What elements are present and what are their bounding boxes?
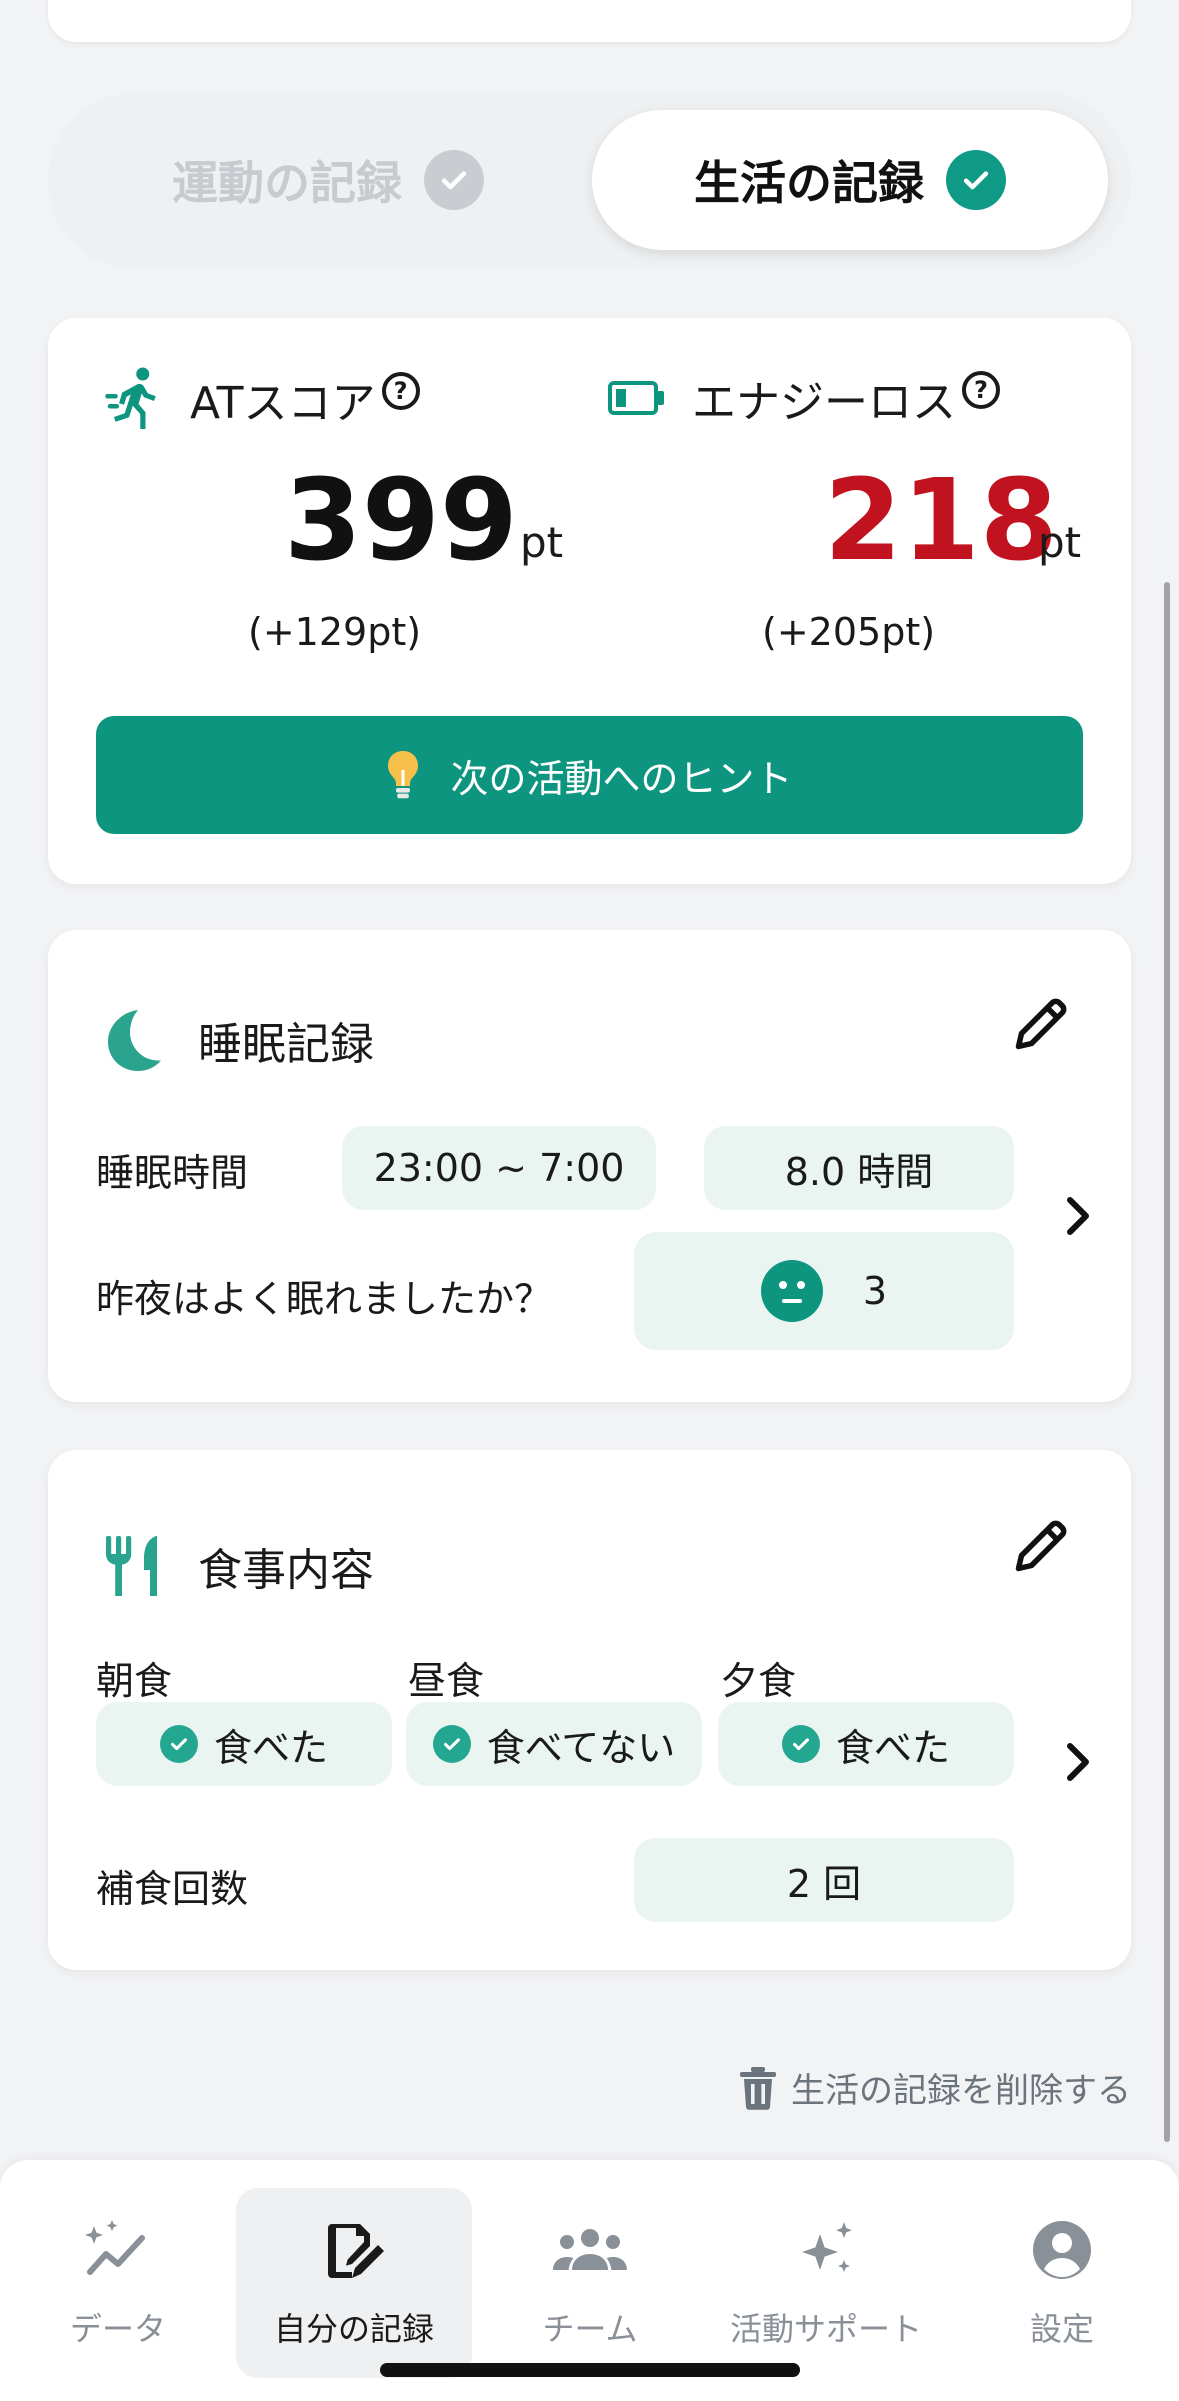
energy-loss-label: エナジーロス — [692, 377, 956, 428]
screen: 運動の記録 生活の記録 ATスコア ? エナジーロス ? 399 pt (+12… — [0, 0, 1179, 2401]
energy-loss-header: エナジーロス ? — [608, 366, 1000, 430]
sleep-record-card: 睡眠記録 睡眠時間 23:00 ~ 7:00 8.0 時間 昨夜はよく眠れました… — [48, 930, 1131, 1402]
at-score-delta: (+129pt) — [248, 610, 422, 654]
snack-count-value: 2 回 — [786, 1861, 862, 1906]
dinner-status[interactable]: 食べた — [718, 1702, 1014, 1786]
breakfast-label: 朝食 — [96, 1659, 173, 1703]
meal-title: 食事内容 — [198, 1545, 374, 1596]
hint-button-label: 次の活動へのヒント — [450, 756, 793, 801]
nav-data-label: データ — [69, 2310, 166, 2348]
nav-settings-label: 設定 — [1029, 2310, 1094, 2348]
trend-sparkle-icon — [84, 2210, 152, 2290]
meal-record-card: 食事内容 朝食 昼食 夕食 食べた 食べてない 食べた 補食回数 2 回 — [48, 1450, 1131, 1970]
snack-count[interactable]: 2 回 — [634, 1838, 1014, 1922]
edit-record-icon — [324, 2210, 384, 2290]
nav-team[interactable]: チーム — [472, 2188, 708, 2378]
delete-life-record-link[interactable]: 生活の記録を削除する — [739, 2063, 1131, 2112]
lunch-value: 食べてない — [486, 1725, 676, 1770]
nav-team-label: チーム — [542, 2310, 638, 2348]
sleep-quality-rating[interactable]: 3 — [634, 1232, 1014, 1350]
pencil-icon[interactable] — [1011, 994, 1071, 1058]
pencil-icon[interactable] — [1011, 1516, 1071, 1580]
home-indicator — [380, 2363, 800, 2377]
nav-settings[interactable]: 設定 — [944, 2188, 1179, 2378]
team-icon — [552, 2210, 628, 2290]
check-circle-icon — [159, 1725, 198, 1763]
help-icon[interactable]: ? — [962, 371, 1000, 409]
at-score-value: 399 — [284, 456, 518, 586]
at-score-unit: pt — [520, 518, 564, 567]
sleep-duration-value: 8.0 時間 — [784, 1149, 934, 1194]
sleep-quality-value: 3 — [862, 1269, 888, 1313]
battery-icon — [608, 381, 666, 415]
check-circle-icon — [946, 150, 1006, 210]
tab-life-label: 生活の記録 — [694, 156, 924, 210]
nav-my-record-label: 自分の記録 — [273, 2310, 434, 2348]
previous-card — [48, 0, 1131, 42]
check-circle-icon — [781, 1725, 820, 1763]
sleep-time-label: 睡眠時間 — [96, 1151, 249, 1195]
energy-loss-value: 218 — [824, 456, 1058, 586]
nav-my-record[interactable]: 自分の記録 — [236, 2188, 472, 2378]
lunch-status[interactable]: 食べてない — [406, 1702, 702, 1786]
help-icon[interactable]: ? — [381, 372, 420, 410]
sleep-quality-question: 昨夜はよく眠れましたか？ — [96, 1277, 553, 1321]
at-score-header: ATスコア ? — [104, 366, 420, 432]
sleep-time-range-value: 23:00 ~ 7:00 — [373, 1146, 625, 1190]
trash-icon — [739, 2066, 777, 2110]
check-circle-icon — [424, 150, 484, 210]
energy-loss-unit: pt — [1038, 518, 1082, 567]
nav-activity-support[interactable]: 活動サポート — [708, 2188, 944, 2378]
record-type-switch: 運動の記録 生活の記録 — [48, 92, 1131, 270]
dinner-label: 夕食 — [720, 1659, 797, 1703]
breakfast-value: 食べた — [213, 1725, 328, 1770]
snack-count-label: 補食回数 — [96, 1867, 249, 1911]
sleep-time-range[interactable]: 23:00 ~ 7:00 — [342, 1126, 656, 1210]
moon-icon — [104, 1008, 164, 1072]
chevron-right-icon[interactable] — [1064, 1740, 1092, 1788]
at-score-label: ATスコア — [190, 378, 376, 429]
meal-header: 食事内容 — [104, 1534, 374, 1598]
breakfast-status[interactable]: 食べた — [96, 1702, 392, 1786]
running-icon — [104, 366, 164, 432]
next-activity-hint-button[interactable]: 次の活動へのヒント — [96, 716, 1083, 834]
sleep-header: 睡眠記録 — [104, 1008, 374, 1072]
lunch-label: 昼食 — [408, 1659, 485, 1703]
scrollbar[interactable] — [1164, 582, 1170, 2142]
lightbulb-icon — [386, 750, 420, 800]
sleep-title: 睡眠記録 — [198, 1019, 374, 1070]
nav-data[interactable]: データ — [0, 2188, 236, 2378]
fork-knife-icon — [104, 1534, 164, 1598]
tab-exercise-record[interactable]: 運動の記録 — [78, 110, 578, 250]
account-circle-icon — [1032, 2210, 1092, 2290]
tab-life-record[interactable]: 生活の記録 — [592, 110, 1108, 250]
dinner-value: 食べた — [835, 1725, 950, 1770]
delete-life-record-label: 生活の記録を削除する — [791, 2071, 1131, 2111]
energy-loss-delta: (+205pt) — [762, 610, 936, 654]
chevron-right-icon[interactable] — [1064, 1194, 1092, 1242]
sleep-duration[interactable]: 8.0 時間 — [704, 1126, 1014, 1210]
sparkles-icon — [794, 2210, 858, 2290]
neutral-face-icon — [760, 1260, 823, 1322]
tab-exercise-label: 運動の記録 — [172, 156, 402, 210]
nav-activity-support-label: 活動サポート — [729, 2310, 922, 2348]
score-card: ATスコア ? エナジーロス ? 399 pt (+129pt) 218 pt … — [48, 318, 1131, 884]
check-circle-icon — [432, 1725, 471, 1763]
